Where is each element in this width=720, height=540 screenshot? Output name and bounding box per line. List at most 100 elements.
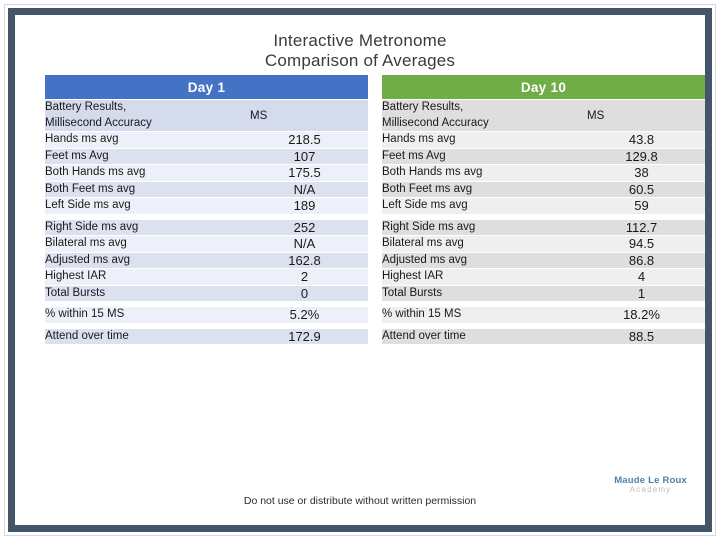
table-row: Adjusted ms avg 86.8 [382,252,705,269]
table-row: Both Hands ms avg 175.5 [45,165,368,181]
row-label: Feet ms Avg [382,148,578,165]
row-value: 60.5 [578,181,705,198]
table-row: Highest IAR 2 [45,269,368,285]
academy-logo: Maude Le Roux Academy [614,475,687,494]
row-value: 162.8 [241,252,368,269]
table-row: % within 15 MS 18.2% [382,307,705,323]
row-label: Feet ms Avg [45,148,241,165]
day10-subheader-label-line1: Battery Results, [382,101,464,113]
day10-table-wrap: Day 10 Battery Results, Millisecond Accu… [382,74,705,345]
row-value: 86.8 [578,252,705,269]
day1-subheader-unit: MS [241,100,368,132]
row-spacer [45,302,368,307]
row-label: Attend over time [45,328,241,345]
row-value: 252 [241,219,368,236]
row-label: Adjusted ms avg [382,252,578,269]
day1-table-wrap: Day 1 Battery Results, Millisecond Accur… [45,74,368,345]
row-value: 1 [578,285,705,302]
copyright-notice: Do not use or distribute without written… [243,495,477,507]
row-value: 112.7 [578,219,705,236]
title-line-1: Interactive Metronome [273,31,447,50]
day10-header-row: Day 10 [382,75,705,99]
logo-subtitle: Academy [629,484,672,494]
row-value: 38 [578,165,705,181]
row-label: Hands ms avg [45,132,241,148]
day1-header-row: Day 1 [45,75,368,99]
page-title: Interactive Metronome Comparison of Aver… [30,30,690,71]
row-label: Both Hands ms avg [45,165,241,181]
table-row: Left Side ms avg 59 [382,198,705,214]
row-label: Left Side ms avg [382,198,578,214]
row-value: N/A [241,181,368,198]
slide-content: Interactive Metronome Comparison of Aver… [30,30,705,510]
row-value: 218.5 [241,132,368,148]
row-label: Both Feet ms avg [382,181,578,198]
table-row: Both Feet ms avg N/A [45,181,368,198]
day10-subheader-unit: MS [578,100,705,132]
table-row: Hands ms avg 218.5 [45,132,368,148]
table-row: Highest IAR 4 [382,269,705,285]
title-line-2: Comparison of Averages [264,51,456,71]
row-label: Bilateral ms avg [45,236,241,252]
row-label: Attend over time [382,328,578,345]
slide: Interactive Metronome Comparison of Aver… [0,0,720,540]
table-row: Left Side ms avg 189 [45,198,368,214]
row-value: 59 [578,198,705,214]
row-value: 175.5 [241,165,368,181]
row-value: 5.2% [241,307,368,323]
day10-table: Day 10 Battery Results, Millisecond Accu… [382,74,705,345]
row-value: 4 [578,269,705,285]
table-row: Feet ms Avg 107 [45,148,368,165]
day1-header-label: Day 1 [45,75,368,99]
day10-subheader-label-line2: Millisecond Accuracy [382,116,489,129]
row-spacer [382,302,705,307]
row-label: Total Bursts [45,285,241,302]
row-label: Right Side ms avg [382,219,578,236]
day1-subheader-label: Battery Results, Millisecond Accuracy [45,100,241,132]
day1-subheader-row: Battery Results, Millisecond Accuracy MS [45,100,368,132]
row-spacer [382,323,705,328]
table-row: Right Side ms avg 112.7 [382,219,705,236]
row-spacer [382,214,705,219]
table-row: Attend over time 88.5 [382,328,705,345]
row-spacer [45,214,368,219]
row-value: 172.9 [241,328,368,345]
row-value: 88.5 [578,328,705,345]
table-row: Both Hands ms avg 38 [382,165,705,181]
table-row: Bilateral ms avg 94.5 [382,236,705,252]
row-label: Bilateral ms avg [382,236,578,252]
slide-border-frame: Interactive Metronome Comparison of Aver… [8,8,712,532]
row-value: 18.2% [578,307,705,323]
row-label: Total Bursts [382,285,578,302]
row-value: N/A [241,236,368,252]
day10-subheader-row: Battery Results, Millisecond Accuracy MS [382,100,705,132]
row-label: % within 15 MS [382,307,578,323]
row-label: Adjusted ms avg [45,252,241,269]
table-row: Both Feet ms avg 60.5 [382,181,705,198]
table-row: Total Bursts 1 [382,285,705,302]
table-row: Attend over time 172.9 [45,328,368,345]
table-row: Total Bursts 0 [45,285,368,302]
table-row: Adjusted ms avg 162.8 [45,252,368,269]
table-row: Right Side ms avg 252 [45,219,368,236]
table-row: Bilateral ms avg N/A [45,236,368,252]
row-value: 107 [241,148,368,165]
day1-subheader-label-line2: Millisecond Accuracy [45,116,152,129]
row-label: Both Feet ms avg [45,181,241,198]
day10-subheader-label: Battery Results, Millisecond Accuracy [382,100,578,132]
day1-table: Day 1 Battery Results, Millisecond Accur… [45,74,368,345]
row-value: 43.8 [578,132,705,148]
row-label: % within 15 MS [45,307,241,323]
row-label: Right Side ms avg [45,219,241,236]
comparison-tables: Day 1 Battery Results, Millisecond Accur… [45,74,705,345]
row-label: Highest IAR [382,269,578,285]
day1-subheader-label-line1: Battery Results, [45,101,127,113]
row-value: 94.5 [578,236,705,252]
row-label: Left Side ms avg [45,198,241,214]
table-row: Hands ms avg 43.8 [382,132,705,148]
day10-header-label: Day 10 [382,75,705,99]
row-spacer [45,323,368,328]
row-value: 0 [241,285,368,302]
row-value: 2 [241,269,368,285]
row-label: Highest IAR [45,269,241,285]
